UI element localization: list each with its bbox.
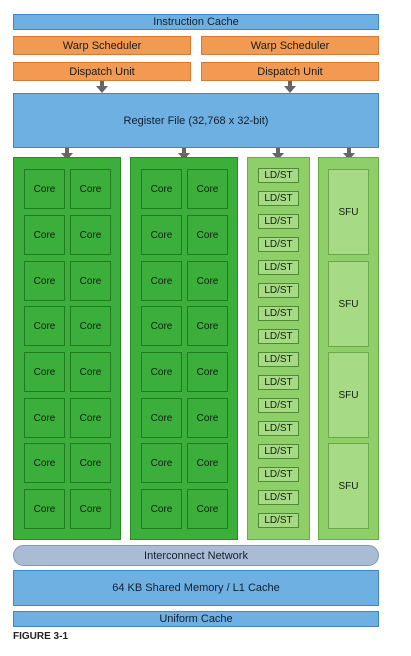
core-cell: Core <box>187 398 228 438</box>
core-cell: Core <box>24 261 65 301</box>
core-cell: Core <box>141 306 182 346</box>
core-cell: Core <box>187 352 228 392</box>
core-cell: Core <box>24 398 65 438</box>
ldst-unit: LD/ST <box>258 329 299 344</box>
core-cell: Core <box>70 489 111 529</box>
ldst-unit: LD/ST <box>258 237 299 252</box>
warp-scheduler-left: Warp Scheduler <box>13 36 191 55</box>
core-cell: Core <box>24 169 65 209</box>
core-cell: Core <box>187 261 228 301</box>
sfu-unit: SFU <box>328 169 369 255</box>
dispatch-unit-left: Dispatch Unit <box>13 62 191 81</box>
register-file: Register File (32,768 x 32-bit) <box>13 93 379 148</box>
ldst-unit: LD/ST <box>258 444 299 459</box>
core-cell: Core <box>70 169 111 209</box>
core-cell: Core <box>24 443 65 483</box>
ldst-unit: LD/ST <box>258 375 299 390</box>
warp-scheduler-right: Warp Scheduler <box>201 36 379 55</box>
core-cell: Core <box>70 398 111 438</box>
dispatch-unit-right: Dispatch Unit <box>201 62 379 81</box>
ldst-unit: LD/ST <box>258 283 299 298</box>
core-cell: Core <box>187 489 228 529</box>
core-cell: Core <box>141 398 182 438</box>
core-cell: Core <box>187 443 228 483</box>
ldst-unit: LD/ST <box>258 260 299 275</box>
sfu-unit: SFU <box>328 352 369 438</box>
interconnect-network: Interconnect Network <box>13 545 379 566</box>
core-cell: Core <box>187 215 228 255</box>
sfu-unit: SFU <box>328 443 369 529</box>
core-cell: Core <box>141 215 182 255</box>
core-cell: Core <box>141 261 182 301</box>
core-cell: Core <box>70 352 111 392</box>
ldst-unit: LD/ST <box>258 168 299 183</box>
figure-caption: FIGURE 3-1 <box>13 631 69 642</box>
core-cell: Core <box>141 489 182 529</box>
core-cell: Core <box>141 443 182 483</box>
ldst-unit: LD/ST <box>258 398 299 413</box>
core-cell: Core <box>70 443 111 483</box>
core-cell: Core <box>187 306 228 346</box>
instruction-cache: Instruction Cache <box>13 14 379 30</box>
ldst-unit: LD/ST <box>258 421 299 436</box>
core-cell: Core <box>70 306 111 346</box>
core-cell: Core <box>141 169 182 209</box>
ldst-unit: LD/ST <box>258 490 299 505</box>
core-cell: Core <box>24 306 65 346</box>
core-cell: Core <box>70 261 111 301</box>
core-cell: Core <box>187 169 228 209</box>
core-cell: Core <box>24 489 65 529</box>
shared-memory-l1-cache: 64 KB Shared Memory / L1 Cache <box>13 570 379 606</box>
down-arrow-icon <box>284 81 296 93</box>
core-cell: Core <box>24 352 65 392</box>
ldst-unit: LD/ST <box>258 306 299 321</box>
ldst-unit: LD/ST <box>258 191 299 206</box>
ldst-unit: LD/ST <box>258 352 299 367</box>
ldst-unit: LD/ST <box>258 513 299 528</box>
uniform-cache: Uniform Cache <box>13 611 379 627</box>
sfu-unit: SFU <box>328 261 369 347</box>
core-cell: Core <box>24 215 65 255</box>
down-arrow-icon <box>96 81 108 93</box>
ldst-unit: LD/ST <box>258 467 299 482</box>
ldst-unit: LD/ST <box>258 214 299 229</box>
core-cell: Core <box>141 352 182 392</box>
core-cell: Core <box>70 215 111 255</box>
